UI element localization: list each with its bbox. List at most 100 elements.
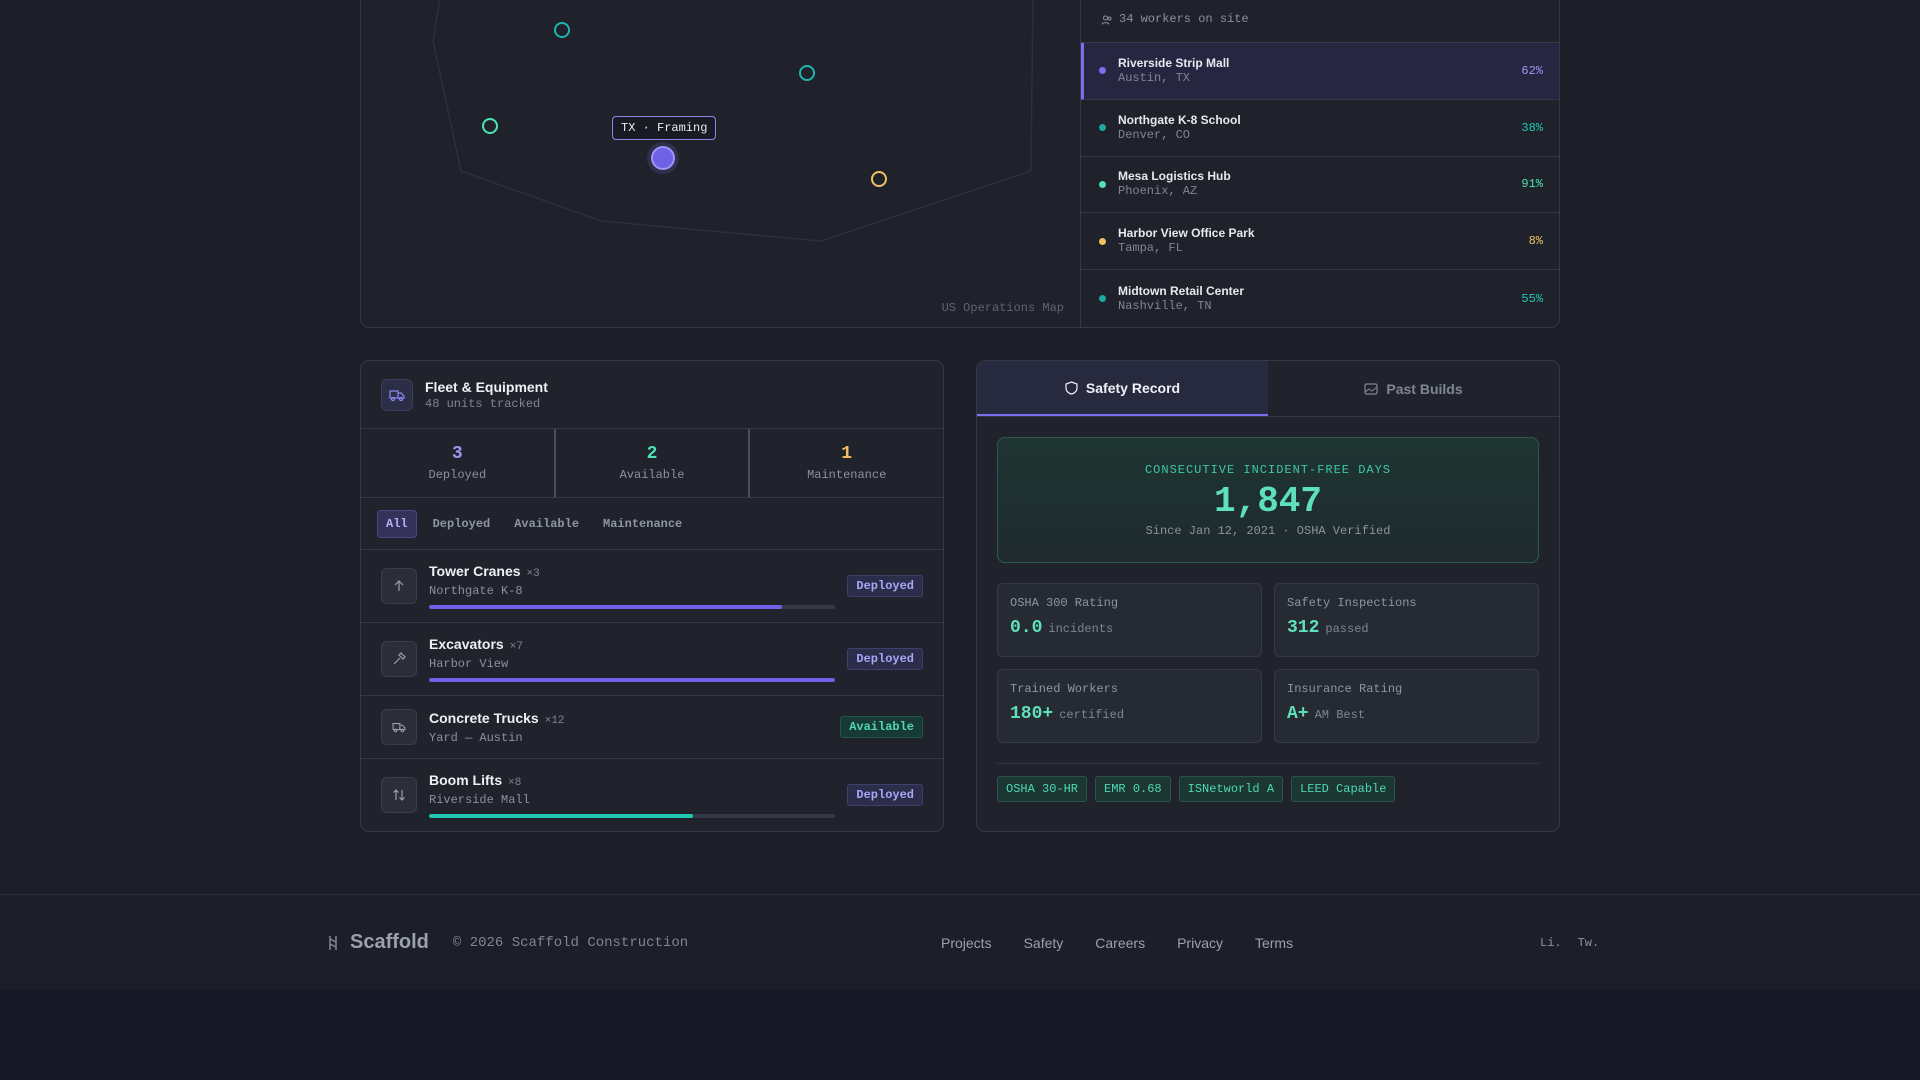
site-row[interactable]: Northgate K-8 School Denver, CO 38% [1081,100,1559,157]
metric-card: Safety Inspections 312 passed [1274,583,1539,657]
equipment-progress-bar [429,678,835,682]
fleet-subtitle: 48 units tracked [425,396,541,411]
site-location: Tampa, FL [1118,241,1183,256]
stat-label: Available [619,468,685,482]
site-row[interactable]: Harbor View Office Park Tampa, FL 8% [1081,213,1559,271]
image-icon [1364,382,1378,395]
status-badge: Deployed [847,575,923,597]
map-canvas [432,0,1034,242]
metric-label: OSHA 300 Rating [1010,596,1119,610]
site-location: Austin, TX [1118,70,1191,85]
map-marker[interactable] [554,22,570,38]
incident-free-card: CONSECUTIVE INCIDENT-FREE DAYS 1,847 Sin… [997,437,1539,563]
equipment-row[interactable]: Excavators ×7 Harbor View Deployed [361,623,943,696]
equipment-count: ×12 [544,714,565,727]
footer-link-careers[interactable]: Careers [1095,935,1145,951]
filter-available[interactable]: Available [506,511,587,537]
site-list: 34 workers on site Riverside Strip Mall … [1081,0,1559,327]
fleet-title: Fleet & Equipment [425,378,548,395]
stat-maintenance: 1 Maintenance [750,429,943,497]
metric-unit: passed [1325,622,1369,636]
map-marker[interactable] [871,171,887,187]
site-location: Phoenix, AZ [1118,184,1198,199]
fleet-filters: All Deployed Available Maintenance [361,498,943,550]
site-location: Nashville, TN [1118,298,1212,313]
fleet-header: Fleet & Equipment 48 units tracked [361,361,943,429]
truck-icon [381,378,413,411]
equipment-location: Northgate K-8 [429,584,523,598]
cert-badge: LEED Capable [1291,776,1396,802]
map-tooltip: TX · Framing [612,116,717,140]
footer: Scaffold © 2026 Scaffold Construction Pr… [0,894,1920,990]
twitter-link[interactable]: Tw. [1578,936,1600,950]
fleet-panel: Fleet & Equipment 48 units tracked 3 Dep… [360,360,944,832]
hammer-icon [381,641,417,677]
incident-free-label: CONSECUTIVE INCIDENT-FREE DAYS [1144,462,1392,477]
safety-metrics: OSHA 300 Rating 0.0 incidents Safety Insp… [997,583,1539,743]
equipment-row[interactable]: Boom Lifts ×8 Riverside Mall Deployed [361,759,943,831]
safety-panel: Safety Record Past Builds CONSECUTIVE IN… [976,360,1560,832]
linkedin-link[interactable]: Li. [1540,936,1562,950]
filter-maintenance[interactable]: Maintenance [595,511,690,537]
tab-label: Safety Record [1085,379,1181,396]
equipment-name: Excavators [429,636,504,652]
stat-deployed: 3 Deployed [361,429,556,497]
equipment-progress-fill [429,814,693,818]
equipment-row[interactable]: Tower Cranes ×3 Northgate K-8 Deployed [361,550,943,623]
site-progress: 38% [1521,120,1543,135]
footer-link-projects[interactable]: Projects [941,935,992,951]
workers-count: 34 workers on site [1119,11,1249,26]
certifications: OSHA 30-HR EMR 0.68 ISNetworld A LEED Ca… [997,776,1539,802]
site-location: Denver, CO [1118,127,1191,142]
map-marker[interactable] [482,118,498,134]
metric-label: Insurance Rating [1287,682,1403,696]
site-progress: 91% [1521,177,1543,192]
stat-available: 2 Available [556,429,751,497]
metric-unit: AM Best [1314,708,1366,722]
filter-deployed[interactable]: Deployed [425,511,499,537]
equipment-row[interactable]: Concrete Trucks ×12 Yard — Austin Availab… [361,696,943,759]
site-status-dot [1099,237,1106,245]
cert-badge: EMR 0.68 [1095,776,1171,802]
site-name: Northgate K-8 School [1118,112,1241,127]
site-status-dot [1099,180,1106,188]
site-name: Harbor View Office Park [1118,226,1255,241]
equipment-count: ×7 [509,641,523,653]
map-marker[interactable] [799,65,815,81]
footer-link-terms[interactable]: Terms [1255,935,1293,951]
equipment-count: ×8 [508,777,522,789]
equipment-location: Riverside Mall [429,793,530,807]
tab-past-builds[interactable]: Past Builds [1268,361,1559,416]
scaffold-logo-icon [329,935,337,950]
equipment-progress-bar [429,605,835,609]
arrows-updown-icon [381,777,417,813]
stat-label: Maintenance [807,468,887,482]
stat-value: 1 [841,444,853,464]
map-caption: US Operations Map [941,301,1064,315]
site-row[interactable]: Mesa Logistics Hub Phoenix, AZ 91% [1081,157,1559,214]
stat-value: 3 [451,444,463,464]
equipment-progress-bar [429,814,835,818]
footer-link-safety[interactable]: Safety [1024,935,1064,951]
site-status-dot [1099,124,1106,132]
site-row[interactable]: Midtown Retail Center Nashville, TN 55% [1081,270,1559,327]
safety-tabs: Safety Record Past Builds [977,361,1559,417]
metric-value: A+ [1287,704,1309,724]
map-marker-active[interactable] [651,146,675,170]
metric-label: Trained Workers [1010,682,1119,696]
site-status-dot [1099,67,1106,75]
us-operations-map[interactable]: TX · Framing US Operations Map [361,0,1081,327]
equipment-location: Harbor View [429,657,509,671]
site-row[interactable]: Riverside Strip Mall Austin, TX 62% [1081,42,1559,100]
footer-link-privacy[interactable]: Privacy [1177,935,1223,951]
equipment-count: ×3 [526,568,540,580]
metric-unit: certified [1059,708,1125,722]
stat-label: Deployed [428,468,487,482]
filter-all[interactable]: All [377,509,417,538]
equipment-name: Tower Cranes [429,563,521,579]
equipment-location: Yard — Austin [429,730,523,745]
tab-safety-record[interactable]: Safety Record [977,361,1268,416]
footer-brand[interactable]: Scaffold © 2026 Scaffold Construction [326,931,688,954]
footer-nav: Projects Safety Careers Privacy Terms [941,935,1293,951]
social-links: Li. Tw. [1540,936,1599,950]
